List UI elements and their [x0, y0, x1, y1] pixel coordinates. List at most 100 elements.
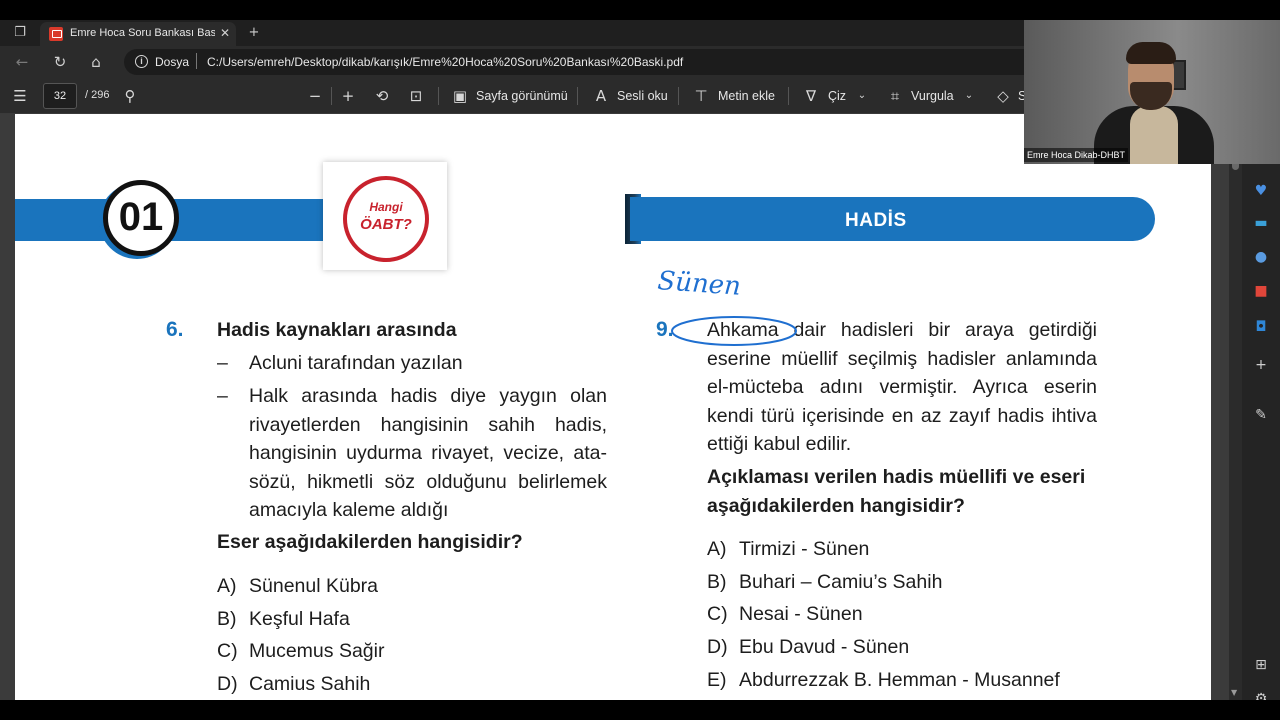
highlight-icon[interactable]: ⌗	[886, 87, 904, 105]
eraser-icon[interactable]: ◇	[994, 87, 1012, 105]
question-9-prompt: Açıklaması verilen hadis müellifi ve ese…	[707, 466, 1086, 517]
q6-option: B) Keşful Hafa	[217, 608, 350, 631]
option-key: D)	[217, 673, 238, 696]
contents-icon[interactable]: ☰	[11, 87, 29, 105]
add-text-icon[interactable]: ⊤	[692, 87, 710, 105]
dash-glyph: –	[217, 385, 228, 407]
q6-option: C) Mucemus Sağir	[217, 640, 384, 663]
pdf-viewport[interactable]: 01 Hangi ÖABT? HADİS 6. Hadis kaynakları…	[0, 114, 1229, 700]
draw-button[interactable]: Çiz	[828, 89, 846, 103]
question-6-number: 6.	[166, 318, 184, 341]
outlook-icon[interactable]: ◘	[1252, 318, 1270, 336]
option-key: E)	[707, 668, 727, 691]
page-total: / 296	[85, 89, 110, 101]
new-tab-icon[interactable]: +	[246, 25, 262, 41]
question-6-bullet-1: – Acluni tarafından yazılan	[217, 349, 607, 379]
toolbar-separator	[788, 87, 789, 105]
toolbar-separator	[577, 87, 578, 105]
q9-option: B) Buhari – Camiu’s Sahih	[707, 571, 942, 594]
edge-sidebar: ♥ ▬ ● ■ ◘ + ✎ ⊞ ⚙	[1242, 114, 1280, 700]
option-text: Buhari – Camiu’s Sahih	[739, 570, 943, 593]
question-6-prompt: Eser aşağıdakilerden hangisidir?	[217, 531, 523, 553]
add-icon[interactable]: +	[1252, 356, 1270, 374]
section-number-badge: 01	[103, 180, 179, 256]
bullet-text: Acluni tarafından yazılan	[249, 352, 463, 374]
address-url[interactable]: C:/Users/emreh/Desktop/dikab/karışık/Emr…	[207, 55, 683, 69]
webcam-wall-frame	[1172, 60, 1186, 90]
back-icon[interactable]: ←	[13, 53, 31, 71]
question-6-stem: Hadis kaynakları arasında	[217, 319, 457, 341]
option-key: C)	[217, 640, 238, 663]
q9-option: C) Nesai - Sünen	[707, 603, 863, 626]
option-text: Tirmizi - Sünen	[739, 538, 870, 560]
read-aloud-icon[interactable]: A	[592, 87, 610, 105]
webcam-overlay: Emre Hoca Dikab-DHBT	[1024, 20, 1280, 164]
people-icon[interactable]: ●	[1252, 248, 1270, 266]
logo-card: Hangi ÖABT?	[323, 162, 447, 270]
shopping-icon[interactable]: ▬	[1252, 214, 1270, 232]
tab-actions-icon[interactable]: ❐	[12, 25, 28, 41]
zoom-out-icon[interactable]: −	[306, 87, 324, 105]
scroll-down-icon[interactable]: ▼	[1231, 688, 1237, 697]
option-text: Camius Sahih	[249, 673, 371, 696]
browser-window: ❐ Emre Hoca Soru Bankası Baskı.pdf ✕ + ←…	[0, 20, 1280, 700]
home-icon[interactable]: ⌂	[87, 53, 105, 71]
rotate-icon[interactable]: ⟲	[373, 87, 391, 105]
option-key: A)	[217, 575, 237, 597]
tab-close-icon[interactable]: ✕	[220, 26, 230, 40]
highlight-button[interactable]: Vurgula	[911, 89, 954, 103]
refresh-icon[interactable]: ↻	[51, 53, 69, 71]
option-key: A)	[707, 538, 727, 560]
q9-option: E) Abdurrezzak B. Hemman - Musannef	[707, 669, 1060, 692]
hangi-oabt-logo: Hangi ÖABT?	[343, 176, 429, 262]
option-key: C)	[707, 603, 728, 626]
option-key: B)	[217, 607, 237, 630]
toolbar-separator	[438, 87, 439, 105]
chevron-down-icon[interactable]: ⌄	[963, 87, 975, 105]
option-text: Sünenul Kübra	[249, 575, 379, 597]
q6-option: A) Sünenul Kübra	[217, 575, 378, 598]
address-separator	[196, 53, 197, 69]
chevron-down-icon[interactable]: ⌄	[856, 87, 868, 105]
q6-option: D) Camius Sahih	[217, 673, 370, 696]
toolbar-separator	[331, 87, 332, 105]
option-key: D)	[707, 636, 728, 659]
office-icon[interactable]: ■	[1252, 282, 1270, 300]
section-title: HADİS	[845, 210, 907, 231]
favorites-icon[interactable]: ♥	[1252, 182, 1270, 200]
page-number-input[interactable]: 32	[43, 83, 77, 109]
webcam-person-shirt	[1130, 106, 1178, 164]
page-view-button[interactable]: Sayfa görünümü	[476, 89, 568, 103]
logo-line2: ÖABT?	[360, 216, 412, 233]
section-band-left	[15, 199, 345, 241]
dash-glyph: –	[217, 352, 228, 374]
webcam-label: Emre Hoca Dikab-DHBT	[1024, 148, 1129, 162]
pdf-page: 01 Hangi ÖABT? HADİS 6. Hadis kaynakları…	[15, 114, 1211, 700]
option-key: B)	[707, 570, 727, 593]
address-scheme: Dosya	[155, 55, 190, 69]
read-aloud-button[interactable]: Sesli oku	[617, 89, 668, 103]
settings-icon[interactable]: ⚙	[1252, 690, 1270, 700]
page-view-icon[interactable]: ▣	[451, 87, 469, 105]
draw-icon[interactable]: ∇	[802, 87, 820, 105]
split-screen-icon[interactable]: ⊞	[1252, 656, 1270, 674]
ink-handwriting: Sünen	[657, 266, 742, 302]
search-icon[interactable]: ⚲	[121, 87, 139, 105]
tab-active[interactable]: Emre Hoca Soru Bankası Baskı.pdf ✕	[40, 22, 236, 46]
fit-page-icon[interactable]: ⊡	[406, 87, 426, 105]
section-number: 01	[118, 195, 164, 239]
option-text: Mucemus Sağir	[249, 640, 385, 663]
question-9-number: 9.	[656, 318, 674, 341]
vertical-scrollbar[interactable]: ▲ ▼	[1229, 114, 1242, 700]
info-icon[interactable]: i	[135, 55, 148, 68]
bullet-text: Halk arasında hadis diye yaygın olan riv…	[249, 385, 607, 521]
pen-icon[interactable]: ✎	[1252, 406, 1270, 424]
tab-title: Emre Hoca Soru Bankası Baskı.pdf	[70, 27, 215, 39]
option-text: Keşful Hafa	[249, 607, 350, 630]
pdf-file-icon	[49, 27, 63, 41]
question-6-bullet-2: – Halk arasında hadis diye yaygın olan r…	[217, 382, 607, 527]
zoom-in-icon[interactable]: +	[339, 87, 357, 105]
option-text: Abdurrezzak B. Hemman - Musannef	[739, 668, 1060, 691]
question-9-stem: Ahkama dair hadisleri bir araya getirdiğ…	[707, 319, 1097, 455]
add-text-button[interactable]: Metin ekle	[718, 89, 775, 103]
